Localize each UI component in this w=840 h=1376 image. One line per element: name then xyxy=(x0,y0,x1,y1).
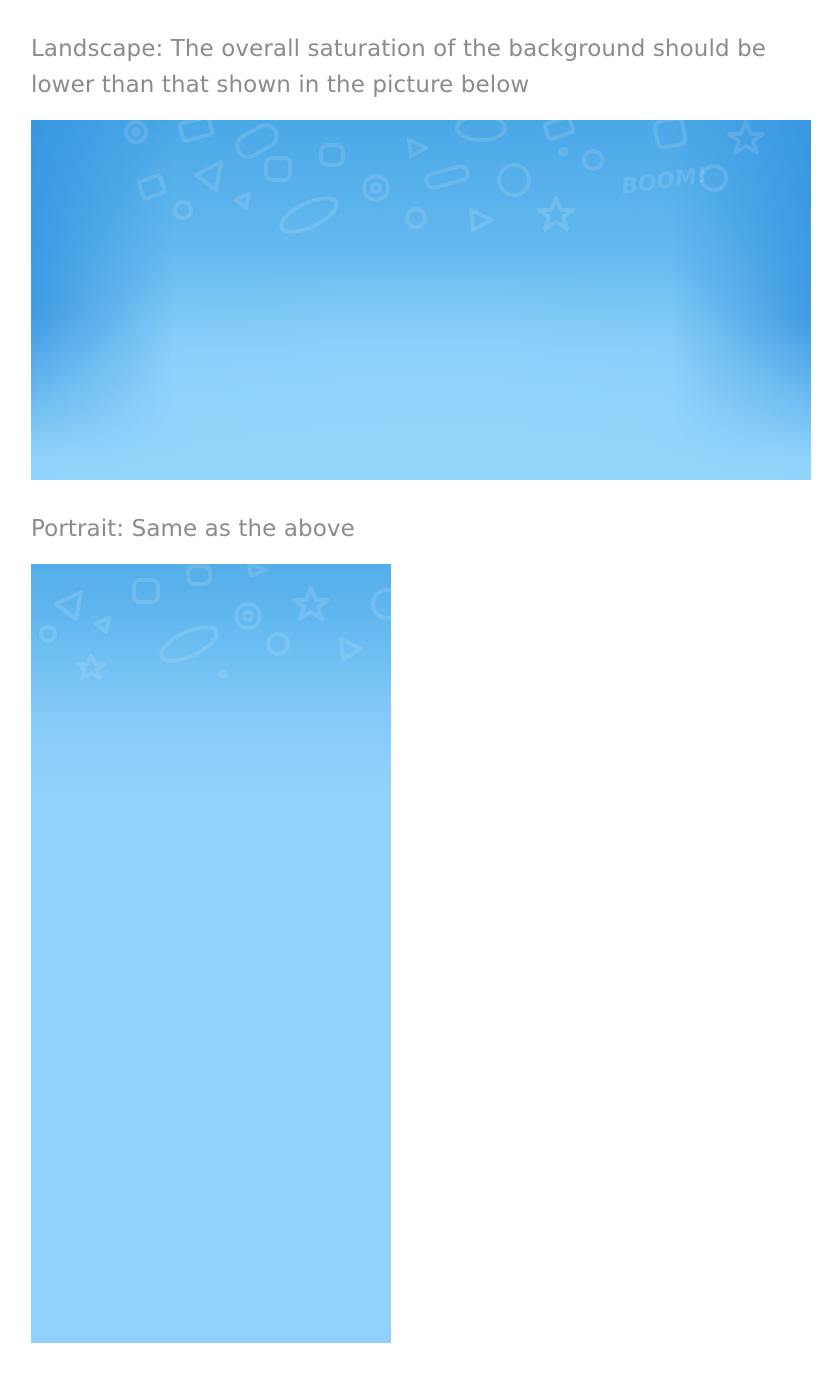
play-triangle-icon xyxy=(469,208,493,232)
portrait-doodle-pattern xyxy=(39,564,391,680)
play-triangle-icon xyxy=(247,564,268,578)
star-icon xyxy=(292,586,330,621)
sausage-icon xyxy=(279,196,339,234)
target-icon xyxy=(124,120,148,144)
ticket-icon xyxy=(424,164,470,190)
ring-icon xyxy=(405,207,427,229)
circle-icon xyxy=(173,200,193,220)
speech-bubble-icon xyxy=(177,120,215,143)
robot-head-icon xyxy=(497,163,531,197)
target-icon xyxy=(362,174,390,202)
target-icon xyxy=(131,127,141,137)
robot-icon xyxy=(264,156,292,182)
small-triangle-icon xyxy=(234,192,251,210)
gamepad-icon xyxy=(235,123,279,159)
robot-icon xyxy=(132,578,160,604)
dot-icon xyxy=(218,669,228,679)
target-icon xyxy=(370,182,382,194)
star-icon xyxy=(727,120,765,155)
ring-icon xyxy=(582,149,604,171)
gift-box-icon xyxy=(137,173,167,201)
target-icon xyxy=(700,164,728,192)
controller-icon xyxy=(652,120,688,150)
triangle-icon xyxy=(54,590,83,621)
robot-head-icon xyxy=(371,588,391,620)
wave-badge-icon xyxy=(455,120,507,142)
triangle-icon xyxy=(194,160,223,192)
robot-face-icon xyxy=(319,143,345,167)
play-triangle-icon xyxy=(407,138,428,158)
ring-icon xyxy=(266,632,290,656)
target-icon xyxy=(242,610,254,622)
portrait-background-preview xyxy=(31,564,391,1343)
target-icon xyxy=(234,602,262,630)
portrait-caption: Portrait: Same as the above xyxy=(31,516,355,542)
dot-icon xyxy=(558,147,568,157)
card-icon xyxy=(542,120,576,142)
robot-face-icon xyxy=(186,564,212,586)
small-triangle-icon xyxy=(94,616,111,634)
star-icon xyxy=(76,654,106,680)
boom-text: BOOM! xyxy=(620,163,709,200)
landscape-caption: Landscape: The overall saturation of the… xyxy=(31,36,767,98)
landscape-doodle-pattern: BOOM! xyxy=(124,120,765,234)
circle-icon xyxy=(39,625,57,643)
play-triangle-icon xyxy=(339,637,363,661)
sausage-icon xyxy=(159,625,219,663)
landscape-background-preview: BOOM! xyxy=(31,120,811,480)
star-icon xyxy=(537,196,575,231)
